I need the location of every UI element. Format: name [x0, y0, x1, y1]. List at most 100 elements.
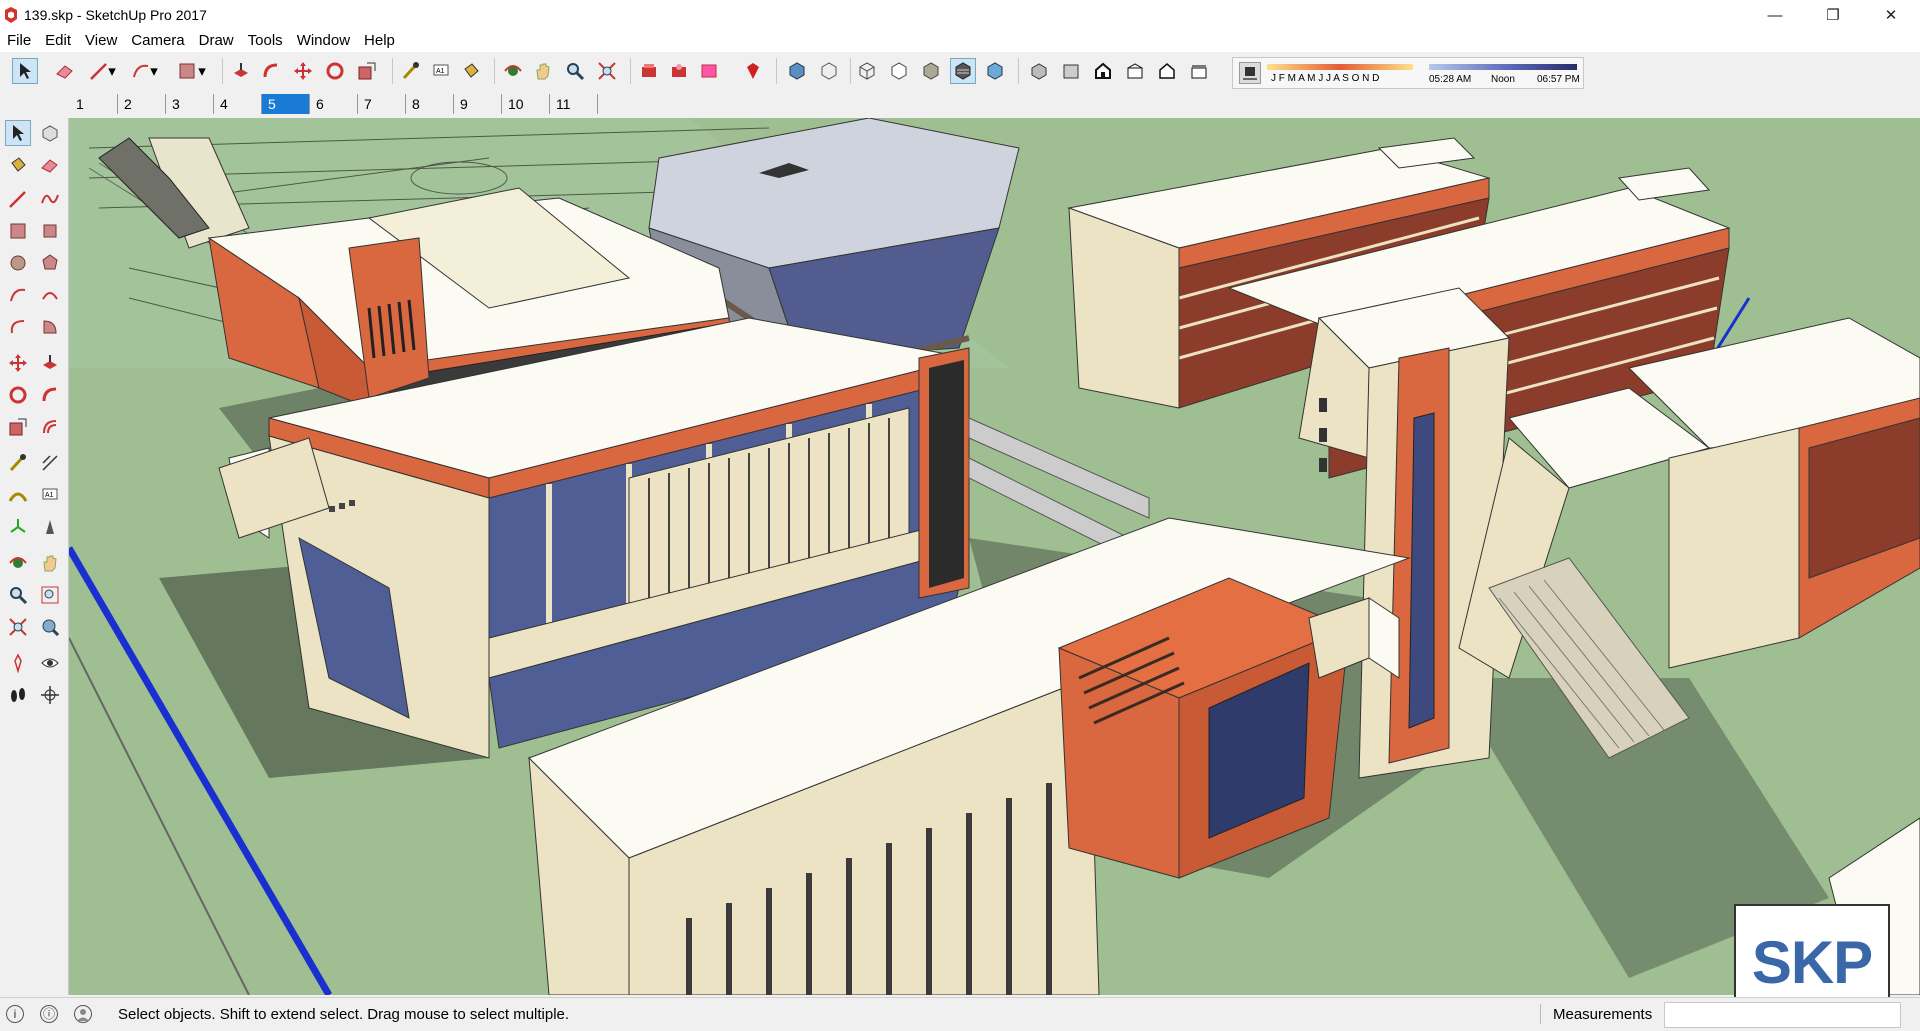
- chevron-down-icon[interactable]: ▾: [106, 58, 118, 84]
- restore-button[interactable]: ❐: [1804, 0, 1862, 30]
- rectangle-icon[interactable]: [5, 218, 31, 244]
- scene-tab-10[interactable]: 10: [502, 94, 550, 114]
- geo-location-icon[interactable]: i: [6, 1005, 24, 1023]
- chevron-down-icon[interactable]: ▾: [148, 58, 160, 84]
- text-tool-icon[interactable]: A1: [428, 58, 454, 84]
- scene-tab-5[interactable]: 5: [262, 94, 310, 114]
- back-view-icon[interactable]: [1154, 58, 1180, 84]
- warehouse-icon[interactable]: [636, 58, 662, 84]
- shadows-toggle-icon[interactable]: [1239, 62, 1261, 84]
- follow-me-icon[interactable]: [37, 382, 63, 408]
- dimension-icon[interactable]: [37, 450, 63, 476]
- three-point-arc-icon[interactable]: [5, 314, 31, 340]
- zoom-extents-icon[interactable]: [5, 614, 31, 640]
- scene-tab-11[interactable]: 11: [550, 94, 598, 114]
- credits-icon[interactable]: ⓘ: [40, 1005, 58, 1023]
- zoom-icon[interactable]: [5, 582, 31, 608]
- two-point-arc-icon[interactable]: [37, 282, 63, 308]
- look-around-icon[interactable]: [37, 650, 63, 676]
- push-pull-icon[interactable]: [37, 350, 63, 376]
- chevron-down-icon[interactable]: ▾: [196, 58, 208, 84]
- make-component-icon[interactable]: [37, 120, 63, 146]
- eraser-tool-icon[interactable]: [52, 58, 78, 84]
- xray-style-icon[interactable]: [784, 58, 810, 84]
- scale-icon[interactable]: [5, 414, 31, 440]
- hidden-line-style-icon[interactable]: [886, 58, 912, 84]
- line-icon[interactable]: [5, 186, 31, 212]
- user-account-icon[interactable]: [74, 1005, 92, 1023]
- move-tool-icon[interactable]: [290, 58, 316, 84]
- protractor-icon[interactable]: [5, 482, 31, 508]
- scene-tab-9[interactable]: 9: [454, 94, 502, 114]
- iso-view-icon[interactable]: [1026, 58, 1052, 84]
- scene-tab-4[interactable]: 4: [214, 94, 262, 114]
- zoom-extents-tool-icon[interactable]: [594, 58, 620, 84]
- scene-tab-2[interactable]: 2: [118, 94, 166, 114]
- orbit-icon[interactable]: [5, 550, 31, 576]
- menu-camera[interactable]: Camera: [124, 30, 191, 52]
- position-camera-icon[interactable]: [5, 650, 31, 676]
- rotate-icon[interactable]: [5, 382, 31, 408]
- rotate-tool-icon[interactable]: [322, 58, 348, 84]
- section-plane-icon[interactable]: [37, 682, 63, 708]
- shaded-textures-style-icon[interactable]: [950, 58, 976, 84]
- select-tool-icon[interactable]: [5, 120, 31, 146]
- text-icon[interactable]: A1: [37, 482, 63, 508]
- tape-measure-icon[interactable]: [5, 450, 31, 476]
- pan-icon[interactable]: [37, 550, 63, 576]
- follow-me-tool-icon[interactable]: [258, 58, 284, 84]
- scene-tab-6[interactable]: 6: [310, 94, 358, 114]
- pan-tool-icon[interactable]: [530, 58, 556, 84]
- wireframe-style-icon[interactable]: [854, 58, 880, 84]
- front-view-icon[interactable]: [1090, 58, 1116, 84]
- extension-warehouse-icon[interactable]: [696, 58, 722, 84]
- tape-measure-tool-icon[interactable]: [398, 58, 424, 84]
- rotated-rectangle-icon[interactable]: [37, 218, 63, 244]
- arc-icon[interactable]: [5, 282, 31, 308]
- left-view-icon[interactable]: [1186, 58, 1212, 84]
- walk-icon[interactable]: [5, 682, 31, 708]
- monochrome-style-icon[interactable]: [982, 58, 1008, 84]
- measurements-input[interactable]: [1664, 1002, 1901, 1028]
- model-viewport[interactable]: [69, 118, 1920, 995]
- ruby-extension-icon[interactable]: [740, 58, 766, 84]
- scene-tab-8[interactable]: 8: [406, 94, 454, 114]
- menu-help[interactable]: Help: [357, 30, 402, 52]
- freehand-icon[interactable]: [37, 186, 63, 212]
- scene-tab-3[interactable]: 3: [166, 94, 214, 114]
- back-edges-style-icon[interactable]: [816, 58, 842, 84]
- push-pull-tool-icon[interactable]: [228, 58, 254, 84]
- move-icon[interactable]: [5, 350, 31, 376]
- menu-edit[interactable]: Edit: [38, 30, 78, 52]
- shaded-style-icon[interactable]: [918, 58, 944, 84]
- minimize-button[interactable]: —: [1746, 0, 1804, 30]
- circle-icon[interactable]: [5, 250, 31, 276]
- scene-tab-1[interactable]: 1: [70, 94, 118, 114]
- 3d-text-icon[interactable]: [37, 514, 63, 540]
- time-slider[interactable]: [1429, 64, 1577, 70]
- menu-file[interactable]: File: [0, 30, 38, 52]
- scene-tab-7[interactable]: 7: [358, 94, 406, 114]
- orbit-tool-icon[interactable]: [500, 58, 526, 84]
- select-tool-icon[interactable]: [12, 58, 38, 84]
- share-model-icon[interactable]: [666, 58, 692, 84]
- axes-icon[interactable]: [5, 514, 31, 540]
- month-slider[interactable]: [1267, 64, 1413, 70]
- previous-view-icon[interactable]: [37, 614, 63, 640]
- paint-bucket-tool-icon[interactable]: [458, 58, 484, 84]
- eraser-icon[interactable]: [37, 152, 63, 178]
- menu-draw[interactable]: Draw: [192, 30, 241, 52]
- offset-icon[interactable]: [37, 414, 63, 440]
- zoom-tool-icon[interactable]: [562, 58, 588, 84]
- menu-view[interactable]: View: [78, 30, 124, 52]
- zoom-window-icon[interactable]: [37, 582, 63, 608]
- right-view-icon[interactable]: [1122, 58, 1148, 84]
- paint-bucket-icon[interactable]: [5, 152, 31, 178]
- pie-icon[interactable]: [37, 314, 63, 340]
- menu-tools[interactable]: Tools: [241, 30, 290, 52]
- top-view-icon[interactable]: [1058, 58, 1084, 84]
- close-button[interactable]: ✕: [1862, 0, 1920, 30]
- polygon-icon[interactable]: [37, 250, 63, 276]
- menu-window[interactable]: Window: [290, 30, 357, 52]
- scale-tool-icon[interactable]: [354, 58, 380, 84]
